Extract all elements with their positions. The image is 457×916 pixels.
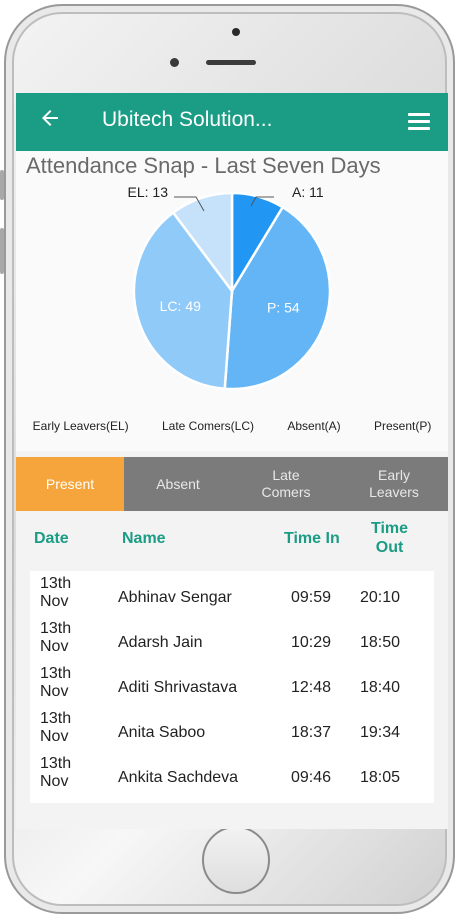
camera-icon bbox=[232, 28, 240, 36]
cell-date-month: Nov bbox=[40, 728, 69, 745]
attendance-chart-card: Attendance Snap - Last Seven Days A: 11 P… bbox=[16, 151, 448, 451]
volume-button bbox=[0, 228, 4, 274]
cell-time-in: 09:59 bbox=[291, 589, 332, 606]
attendance-table-body: 13th Nov Abhinav Sengar 09:59 20:10 13th N… bbox=[30, 571, 434, 803]
cell-date-month: Nov bbox=[40, 683, 69, 700]
chart-legend: Early Leavers(EL) Late Comers(LC) Absent… bbox=[16, 419, 448, 433]
cell-date-month: Nov bbox=[40, 638, 69, 655]
header-date: Date bbox=[34, 530, 69, 547]
cell-time-out: 19:34 bbox=[360, 724, 401, 741]
table-header: Date Name Time In Time Out bbox=[16, 511, 448, 567]
cell-date: 13th Nov bbox=[40, 620, 71, 656]
cell-name: Anita Saboo bbox=[118, 724, 206, 741]
pie-label-el: EL: 13 bbox=[128, 184, 169, 200]
tab-absent[interactable]: Absent bbox=[124, 457, 232, 511]
cell-date-day: 13th bbox=[40, 755, 72, 772]
cell-date-day: 13th bbox=[40, 665, 72, 682]
cell-date-day: 13th bbox=[40, 620, 72, 637]
cell-time-out: 18:50 bbox=[360, 634, 401, 651]
phone-screen: Ubitech Solution... Attendance Snap - La… bbox=[16, 93, 448, 829]
legend-item-early-leavers: Early Leavers(EL) bbox=[32, 419, 129, 433]
legend-item-late-comers: Late Comers(LC) bbox=[161, 419, 255, 433]
tab-late-comers[interactable]: Late Comers bbox=[232, 457, 340, 511]
volume-button bbox=[0, 170, 4, 200]
app-bar: Ubitech Solution... bbox=[16, 93, 448, 151]
header-time-out: Time Out bbox=[371, 519, 408, 557]
table-row[interactable]: 13th Nov Anita Saboo 18:37 19:34 bbox=[30, 710, 434, 755]
tab-present[interactable]: Present bbox=[16, 457, 124, 511]
tab-late-comers-line2: Comers bbox=[261, 484, 311, 500]
cell-name: Aditi Shrivastava bbox=[118, 679, 238, 696]
cell-time-in: 12:48 bbox=[291, 679, 332, 696]
header-time-in: Time In bbox=[284, 530, 340, 547]
table-row[interactable]: 13th Nov Ankita Sachdeva 09:46 18:05 bbox=[30, 755, 434, 800]
app-title: Ubitech Solution... bbox=[102, 108, 273, 131]
cell-name: Ankita Sachdeva bbox=[118, 769, 239, 786]
hamburger-menu-icon[interactable] bbox=[408, 113, 430, 134]
cell-date-day: 13th bbox=[40, 710, 72, 727]
cell-time-in: 18:37 bbox=[291, 724, 332, 741]
pie-label-a: A: 11 bbox=[292, 184, 324, 200]
attendance-pie-chart: A: 11 P: 54 LC: 49 EL: 13 bbox=[128, 184, 332, 391]
cell-date: 13th Nov bbox=[40, 755, 71, 791]
cell-name: Adarsh Jain bbox=[118, 634, 203, 651]
table-row[interactable]: 13th Nov Abhinav Sengar 09:59 20:10 bbox=[30, 575, 434, 620]
header-time-out-line2: Out bbox=[375, 539, 404, 556]
cell-time-out: 18:40 bbox=[360, 679, 401, 696]
cell-name: Abhinav Sengar bbox=[118, 589, 232, 606]
back-arrow-icon[interactable] bbox=[38, 106, 62, 130]
legend-item-absent: Absent(A) bbox=[287, 419, 341, 433]
legend-item-present: Present(P) bbox=[373, 419, 432, 433]
pie-label-lc: LC: 49 bbox=[160, 298, 201, 314]
cell-time-in: 10:29 bbox=[291, 634, 332, 651]
home-button[interactable] bbox=[202, 826, 270, 894]
header-name: Name bbox=[122, 530, 166, 547]
table-row[interactable]: 13th Nov Aditi Shrivastava 12:48 18:40 bbox=[30, 665, 434, 710]
header-time-out-line1: Time bbox=[371, 520, 409, 537]
cell-date-month: Nov bbox=[40, 773, 69, 790]
tab-early-leavers-line2: Leavers bbox=[369, 484, 419, 500]
cell-date: 13th Nov bbox=[40, 665, 71, 701]
attendance-tabs: Present Absent Late Comers Early Leavers bbox=[16, 457, 448, 511]
cell-date-month: Nov bbox=[40, 593, 69, 610]
cell-date: 13th Nov bbox=[40, 710, 71, 746]
pie-label-p: P: 54 bbox=[267, 299, 300, 315]
table-row[interactable]: 13th Nov Adarsh Jain 10:29 18:50 bbox=[30, 620, 434, 665]
cell-time-in: 09:46 bbox=[291, 769, 332, 786]
tab-late-comers-line1: Late bbox=[272, 467, 300, 483]
tab-early-leavers-line1: Early bbox=[378, 467, 410, 483]
cell-date-day: 13th bbox=[40, 575, 72, 592]
cell-date: 13th Nov bbox=[40, 575, 71, 611]
tab-early-leavers[interactable]: Early Leavers bbox=[340, 457, 448, 511]
speaker-grille bbox=[206, 60, 256, 65]
front-camera-icon bbox=[170, 58, 179, 67]
chart-title: Attendance Snap - Last Seven Days bbox=[26, 153, 381, 178]
cell-time-out: 18:05 bbox=[360, 769, 401, 786]
cell-time-out: 20:10 bbox=[360, 589, 401, 606]
